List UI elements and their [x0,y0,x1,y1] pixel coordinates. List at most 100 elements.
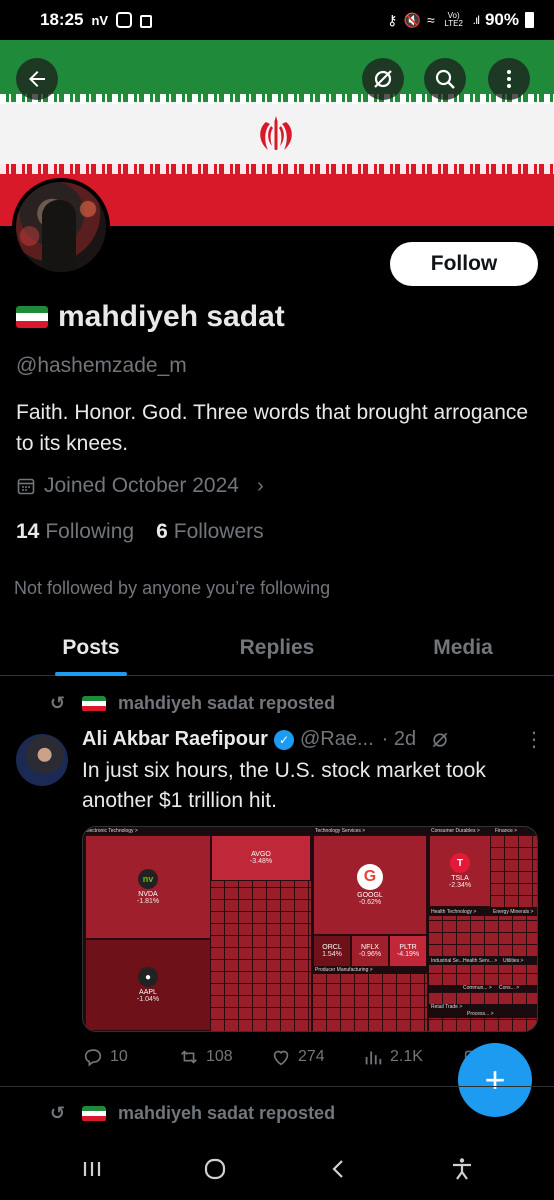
wifi-icon: ≈ [426,12,435,28]
repost-icon: ↺ [50,693,66,713]
home-icon [205,1158,226,1180]
treemap-tile-avgo: AVGO -3.48% [211,835,311,881]
grok-button[interactable] [362,58,404,100]
treemap-tile-pltr: PLTR -4.19% [389,935,427,967]
profile-page: 18:25 nV ⚷ 🔇 ≈ Vo) LTE2 .ıl 90% Follow m… [0,0,554,1200]
tab-media[interactable]: Media [372,620,554,675]
follow-stats: 14 Following 6 Followers [16,520,264,544]
treemap-tile-aapl: ● AAPL -1.04% [85,939,211,1031]
treemap-tile-orcl: ORCL 1.54% [313,935,351,967]
tesla-logo-icon: T [450,853,470,873]
tab-posts[interactable]: Posts [0,620,182,676]
treemap-small-tiles [429,965,537,985]
lock-icon [140,15,153,28]
key-icon: ⚷ [387,11,398,28]
tile-ticker: ORCL [322,944,342,951]
search-button[interactable] [424,58,466,100]
repost-count: 108 [206,1048,233,1065]
followers-link[interactable]: 6 Followers [156,520,264,544]
tile-change: 1.54% [322,951,342,958]
tile-ticker: PLTR [399,944,417,951]
recents-icon [83,1162,100,1176]
treemap-tile-nvda: nv NVDA -1.81% [85,835,211,939]
battery-percent: 90% [484,10,519,29]
post-time[interactable]: · 2d [382,728,416,751]
repost-indicator[interactable]: ↺ mahdiyeh sadat reposted [50,693,335,714]
reply-button[interactable]: 10 [82,1046,178,1068]
sector-label: Retail Trade > [431,1004,463,1010]
profile-tabs: Posts Replies Media [0,620,554,676]
post-actions: 10 108 274 2.1K [82,1046,522,1068]
post-author-avatar[interactable] [16,734,68,786]
post-author-handle[interactable]: @Rae... [300,728,374,751]
like-icon [273,1050,289,1066]
back-button[interactable] [16,58,58,100]
tile-ticker: AAPL [139,989,157,996]
views-button[interactable]: 2.1K [362,1046,462,1068]
grok-icon [374,70,392,88]
apple-logo-icon: ● [138,967,158,987]
following-label: Following [45,520,135,543]
calendar-icon [17,478,35,495]
like-button[interactable]: 274 [270,1046,362,1068]
home-button[interactable] [195,1149,235,1189]
tile-ticker: TSLA [451,875,469,882]
sector-label: Energy Minerals > [493,909,534,915]
iran-flag-icon [16,306,48,328]
google-logo-icon: G [357,864,383,890]
system-nav-bar [0,1138,554,1200]
back-nav-icon [332,1160,343,1178]
battery-icon [525,12,534,28]
treemap-tile-nflx: NFLX -0.96% [351,935,389,967]
views-count: 2.1K [390,1048,423,1065]
mute-icon: 🔇 [403,11,421,28]
tile-change: -0.96% [358,951,382,958]
grok-icon[interactable] [430,730,450,750]
treemap-small-tiles [313,974,427,1031]
repost-indicator[interactable]: ↺ mahdiyeh sadat reposted [50,1103,335,1124]
tile-change: -1.04% [136,996,160,1003]
sector-label: Technology Services > [315,828,366,834]
kufic-pattern [0,164,554,174]
treemap-small-tiles [429,1018,537,1031]
profile-avatar[interactable] [12,178,110,276]
joined-date[interactable]: Joined October 2024 › [16,474,264,498]
tile-ticker: GOOGL [357,892,383,899]
treemap-tile-tsla: T TSLA -2.34% [429,835,491,907]
tile-ticker: NVDA [138,891,158,898]
recents-button[interactable] [72,1149,112,1189]
compose-button[interactable]: + [458,1043,532,1117]
post-author-name[interactable]: Ali Akbar Raefipour [82,728,268,751]
follow-button[interactable]: Follow [390,242,538,286]
signal-icon: .ıl [472,13,480,27]
tile-ticker: AVGO [251,851,271,858]
sector-label: Health Serv... > [463,958,498,964]
sector-label: Commun... > [463,985,492,991]
tile-change: -1.81% [136,898,160,905]
repost-button[interactable]: 108 [178,1046,270,1068]
sector-label: Health Technology > [431,909,477,915]
not-followed-notice: Not followed by anyone you’re following [14,578,331,598]
sector-label: Cons... > [499,985,520,991]
treemap-small-tiles [429,916,537,956]
tile-ticker: NFLX [361,944,379,951]
tab-replies[interactable]: Replies [182,620,372,675]
following-link[interactable]: 14 Following [16,520,134,544]
nvidia-logo-icon: nv [138,869,158,889]
sector-label: Process... > [467,1011,494,1017]
following-count: 14 [16,520,40,543]
accessibility-button[interactable] [442,1149,482,1189]
post-media-image[interactable]: Electronic Technology > Technology Servi… [82,826,538,1032]
tile-change: -2.34% [448,882,472,889]
profile-display-name: mahdiyeh sadat [16,300,285,334]
profile-handle: @hashemzade_m [16,354,187,377]
chevron-right-icon: › [256,474,264,497]
system-back-button[interactable] [319,1149,359,1189]
status-bar: 18:25 nV ⚷ 🔇 ≈ Vo) LTE2 .ıl 90% [0,0,554,40]
views-icon [365,1051,382,1065]
sector-label: Finance > [495,828,518,834]
more-options-button[interactable] [488,58,530,100]
post-more-icon[interactable]: ⋮ [524,727,544,752]
reply-icon [84,1049,102,1067]
repost-label: mahdiyeh sadat reposted [118,693,336,713]
